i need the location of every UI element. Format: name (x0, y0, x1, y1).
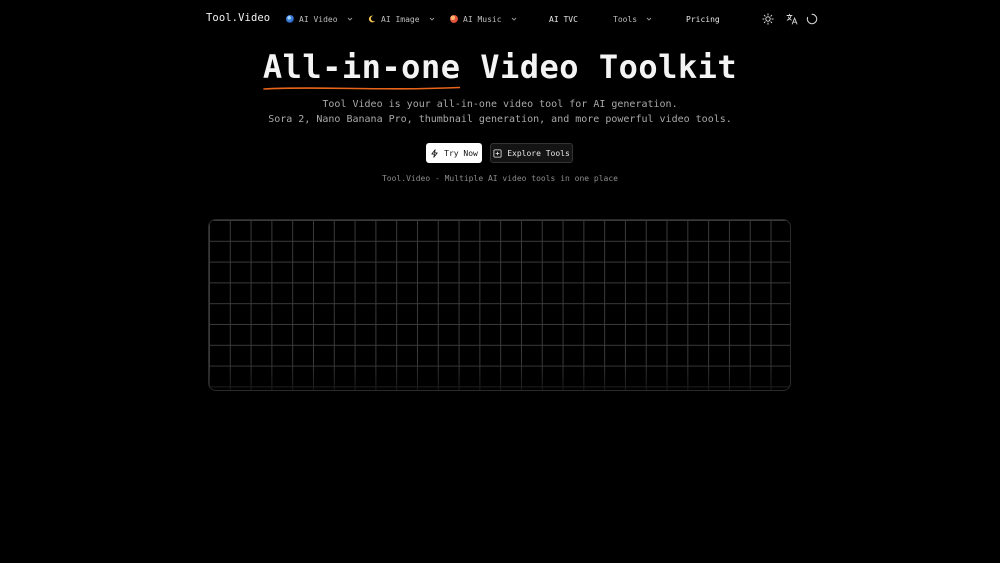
nav-item-label: Pricing (686, 14, 720, 24)
try-now-button[interactable]: Try Now (426, 143, 482, 163)
top-navigation: Tool.Video AI Video AI Image AI Music AI… (0, 0, 1000, 38)
nav-item-pricing[interactable]: Pricing (686, 12, 720, 26)
nav-item-label: AI Music (463, 14, 502, 24)
chevron-down-icon (646, 17, 652, 21)
hero-subtitle-line-2: Sora 2, Nano Banana Pro, thumbnail gener… (268, 114, 732, 125)
grid-fade-overlay (209, 362, 790, 390)
sun-icon[interactable] (762, 13, 774, 25)
try-now-label: Try Now (444, 148, 478, 158)
hero-title-highlight-text: All-in-one (262, 48, 461, 86)
grid-showcase-panel (208, 219, 791, 391)
nav-item-label: AI Image (381, 14, 420, 24)
hero-tagline: Tool.Video - Multiple AI video tools in … (381, 174, 618, 183)
orange-planet-icon (450, 15, 458, 23)
nav-item-ai-image[interactable]: AI Image (368, 12, 436, 26)
crystal-ball-icon (286, 15, 294, 23)
loading-spinner-icon[interactable] (806, 13, 818, 25)
site-logo[interactable]: Tool.Video (206, 12, 270, 24)
nav-item-ai-video[interactable]: AI Video (286, 12, 354, 26)
explore-tools-label: Explore Tools (507, 148, 570, 158)
chevron-down-icon (511, 17, 516, 21)
chevron-down-icon (347, 17, 352, 21)
plus-square-icon (493, 148, 502, 158)
lightning-icon (431, 148, 438, 158)
nav-item-ai-music[interactable]: AI Music (450, 12, 518, 26)
hero-title: All-in-one Video Toolkit (0, 48, 1000, 90)
hero-title-rest: Video Toolkit (460, 48, 738, 86)
chevron-down-icon (429, 17, 434, 21)
nav-item-label: Tools (613, 14, 638, 24)
brush-underline (263, 86, 461, 90)
nav-item-label: AI TVC (549, 14, 578, 24)
crescent-moon-icon (368, 15, 376, 23)
nav-item-tools[interactable]: Tools (613, 12, 653, 26)
nav-item-label: AI Video (299, 14, 338, 24)
explore-tools-button[interactable]: Explore Tools (490, 143, 573, 163)
hero-title-highlight: All-in-one (262, 48, 461, 90)
hero-subtitle-line-1: Tool Video is your all-in-one video tool… (322, 99, 678, 110)
translate-icon[interactable] (786, 13, 798, 25)
nav-item-ai-tvc[interactable]: AI TVC (549, 12, 578, 26)
